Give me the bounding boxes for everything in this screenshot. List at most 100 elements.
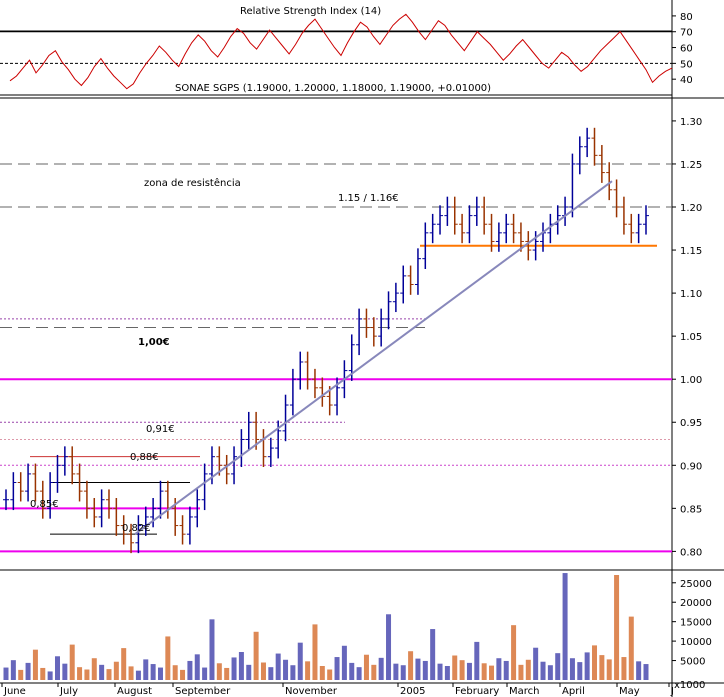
volume-bar <box>231 657 237 680</box>
rsi-tick-label: 40 <box>680 75 693 86</box>
volume-bar <box>378 657 384 680</box>
volume-bar <box>62 663 68 680</box>
volume-bar <box>452 655 458 680</box>
volume-bar <box>400 665 406 680</box>
volume-bar <box>614 575 620 680</box>
volume-bar <box>334 657 340 680</box>
volume-bar <box>621 657 627 680</box>
price-tick-label: 1.10 <box>680 289 702 300</box>
volume-bar <box>496 658 502 680</box>
volume-bar <box>10 660 16 680</box>
chart-window: 80 70 60 50 40 Relative Strength Index (14) 1.… <box>0 0 724 697</box>
rsi-tick-label: 60 <box>680 44 693 55</box>
volume-bar <box>216 663 222 680</box>
price-tick-label: 1.25 <box>680 160 702 171</box>
volume-bar <box>238 652 244 680</box>
volume-bar <box>371 664 377 680</box>
rsi-tick-label: 80 <box>680 12 693 23</box>
volume-tick-label: 25000 <box>680 579 712 590</box>
chart-svg: 80 70 60 50 40 Relative Strength Index (14) 1.… <box>0 0 724 697</box>
volume-bar <box>518 664 524 680</box>
price-tick-label: 1.30 <box>680 117 702 128</box>
volume-bar <box>481 663 487 680</box>
volume-bar <box>290 665 296 680</box>
volume-bar <box>128 666 134 680</box>
time-tick-label: March <box>509 686 539 697</box>
volume-tick-label: 5000 <box>680 657 705 668</box>
volume-bar <box>386 614 392 680</box>
volume-tick-label: 15000 <box>680 618 712 629</box>
volume-bar <box>84 669 90 680</box>
volume-bar <box>135 670 141 680</box>
rsi-line <box>9 13 673 90</box>
annotation-088: 0,88€ <box>130 452 159 463</box>
volume-bar <box>312 624 318 680</box>
volume-bar <box>143 659 149 680</box>
volume-bar <box>592 645 598 680</box>
volume-bar <box>246 664 252 680</box>
price-tick-label: 0.80 <box>680 547 702 558</box>
volume-bar <box>540 661 546 680</box>
annotation-082: 0,82€ <box>122 523 151 534</box>
volume-bar <box>489 665 495 680</box>
volume-bar <box>305 661 311 680</box>
volume-bar <box>547 665 553 680</box>
rsi-tick-label: 50 <box>680 59 693 70</box>
volume-bar <box>393 663 399 680</box>
volume-bar <box>363 654 369 680</box>
volume-bar <box>40 667 46 680</box>
price-tick-label: 1.20 <box>680 203 702 214</box>
volume-bar <box>555 653 561 680</box>
volume-bar <box>275 653 281 680</box>
volume-bar <box>356 667 362 680</box>
volume-bar <box>636 661 642 680</box>
volume-bar <box>224 667 230 680</box>
volume-bar <box>643 664 649 680</box>
time-tick-label: February <box>455 686 499 697</box>
volume-bar <box>466 662 472 680</box>
annotation-one-euro: 1,00€ <box>138 337 170 348</box>
time-tick-label: August <box>117 686 152 697</box>
volume-tick-label: 10000 <box>680 637 712 648</box>
time-tick-label: June <box>3 686 26 697</box>
time-tick-label: November <box>285 686 338 697</box>
price-tick-label: 1.15 <box>680 246 702 257</box>
volume-bar <box>606 659 612 680</box>
annotation-resistance-zone: zona de resistência <box>144 177 241 189</box>
time-tick-label: 2005 <box>400 686 425 697</box>
price-tick-label: 0.85 <box>680 504 702 515</box>
volume-bar <box>194 654 200 680</box>
volume-bar <box>25 662 31 680</box>
volume-bar <box>18 669 24 680</box>
time-tick-label: September <box>175 686 231 697</box>
volume-bar <box>327 669 333 680</box>
volume-tick-label: 20000 <box>680 598 712 609</box>
volume-bar <box>283 659 289 680</box>
rsi-title: Relative Strength Index (14) <box>240 6 381 17</box>
volume-bar <box>165 636 171 680</box>
volume-bar <box>437 663 443 680</box>
volume-bar <box>415 658 421 680</box>
volume-bar <box>569 658 575 680</box>
price-tick-label: 1.00 <box>680 375 702 386</box>
volume-bar <box>91 658 97 680</box>
price-title: SONAE SGPS (1.19000, 1.20000, 1.18000, 1… <box>175 83 491 94</box>
volume-bar <box>511 625 517 680</box>
rsi-tick-label: 70 <box>680 28 693 39</box>
volume-bar <box>628 616 634 680</box>
volume-bar <box>77 667 83 680</box>
volume-bar <box>562 573 568 680</box>
volume-bar <box>599 655 605 680</box>
volume-bar <box>268 667 274 680</box>
volume-bar <box>474 641 480 680</box>
price-tick-label: 1.05 <box>680 332 702 343</box>
volume-bar <box>180 669 186 680</box>
volume-bar <box>297 642 303 680</box>
volume-unit-label: x1000 <box>674 680 705 691</box>
annotation-085: 0,85€ <box>30 499 59 510</box>
time-tick-label: May <box>619 686 640 697</box>
volume-bar <box>253 631 259 680</box>
time-tick-label: April <box>562 686 585 697</box>
volume-bar <box>319 666 325 680</box>
volume-bar <box>3 667 9 680</box>
